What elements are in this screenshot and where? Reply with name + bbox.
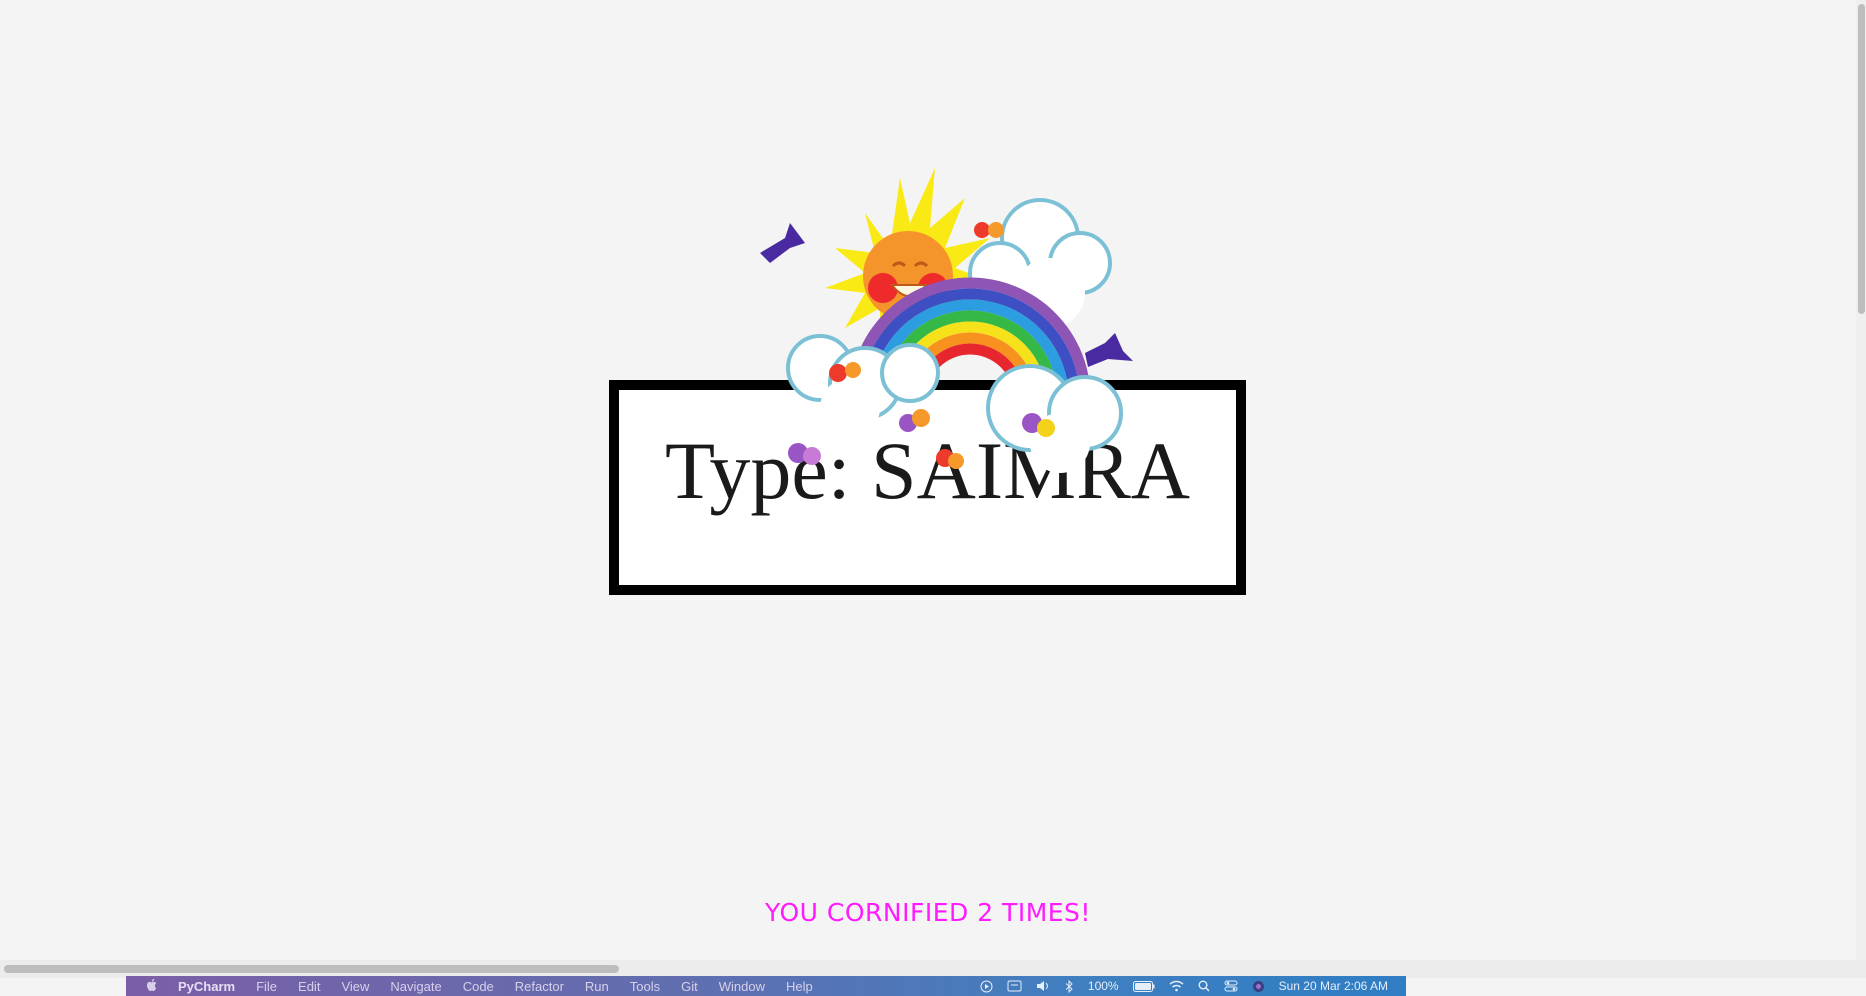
mac-menu-bar: PyCharm File Edit View Navigate Code Ref… [126, 976, 1406, 996]
vertical-scroll-thumb[interactable] [1858, 4, 1865, 314]
menu-file[interactable]: File [256, 979, 277, 994]
menu-clock[interactable]: Sun 20 Mar 2:06 AM [1279, 979, 1388, 993]
search-icon[interactable] [1198, 980, 1210, 992]
bird-icon [760, 223, 805, 263]
menu-app-name[interactable]: PyCharm [178, 979, 235, 994]
horizontal-scroll-thumb[interactable] [4, 965, 619, 973]
menu-help[interactable]: Help [786, 979, 813, 994]
menu-view[interactable]: View [341, 979, 369, 994]
siri-icon[interactable] [1252, 980, 1265, 993]
rainbow-sun-clipart [760, 168, 1133, 473]
menu-code[interactable]: Code [463, 979, 494, 994]
butterfly-icon [899, 409, 930, 432]
display-icon[interactable] [1007, 980, 1022, 992]
bird-icon [1085, 333, 1133, 367]
menu-navigate[interactable]: Navigate [390, 979, 441, 994]
bluetooth-icon[interactable] [1065, 979, 1074, 993]
butterfly-icon [788, 443, 821, 465]
battery-percent: 100% [1087, 979, 1119, 993]
wifi-icon[interactable] [1169, 980, 1184, 992]
menu-tools[interactable]: Tools [630, 979, 660, 994]
menu-window[interactable]: Window [719, 979, 765, 994]
battery-icon[interactable] [1132, 980, 1155, 992]
apple-icon[interactable] [146, 978, 158, 995]
status-tray: 100% Sun 20 Mar 2:06 AM [980, 976, 1388, 996]
control-center-icon[interactable] [1224, 980, 1238, 992]
play-icon[interactable] [980, 980, 993, 993]
menu-git[interactable]: Git [681, 979, 698, 994]
butterfly-icon [936, 449, 964, 469]
butterfly-icon [974, 222, 1004, 238]
menu-edit[interactable]: Edit [298, 979, 320, 994]
volume-icon[interactable] [1036, 980, 1051, 992]
menu-refactor[interactable]: Refactor [515, 979, 564, 994]
page-canvas: Type: SAIMRA YOU CORNIFIED 2 TIMES! [0, 0, 1856, 960]
menu-run[interactable]: Run [585, 979, 609, 994]
cornify-counter: YOU CORNIFIED 2 TIMES! [765, 898, 1091, 927]
